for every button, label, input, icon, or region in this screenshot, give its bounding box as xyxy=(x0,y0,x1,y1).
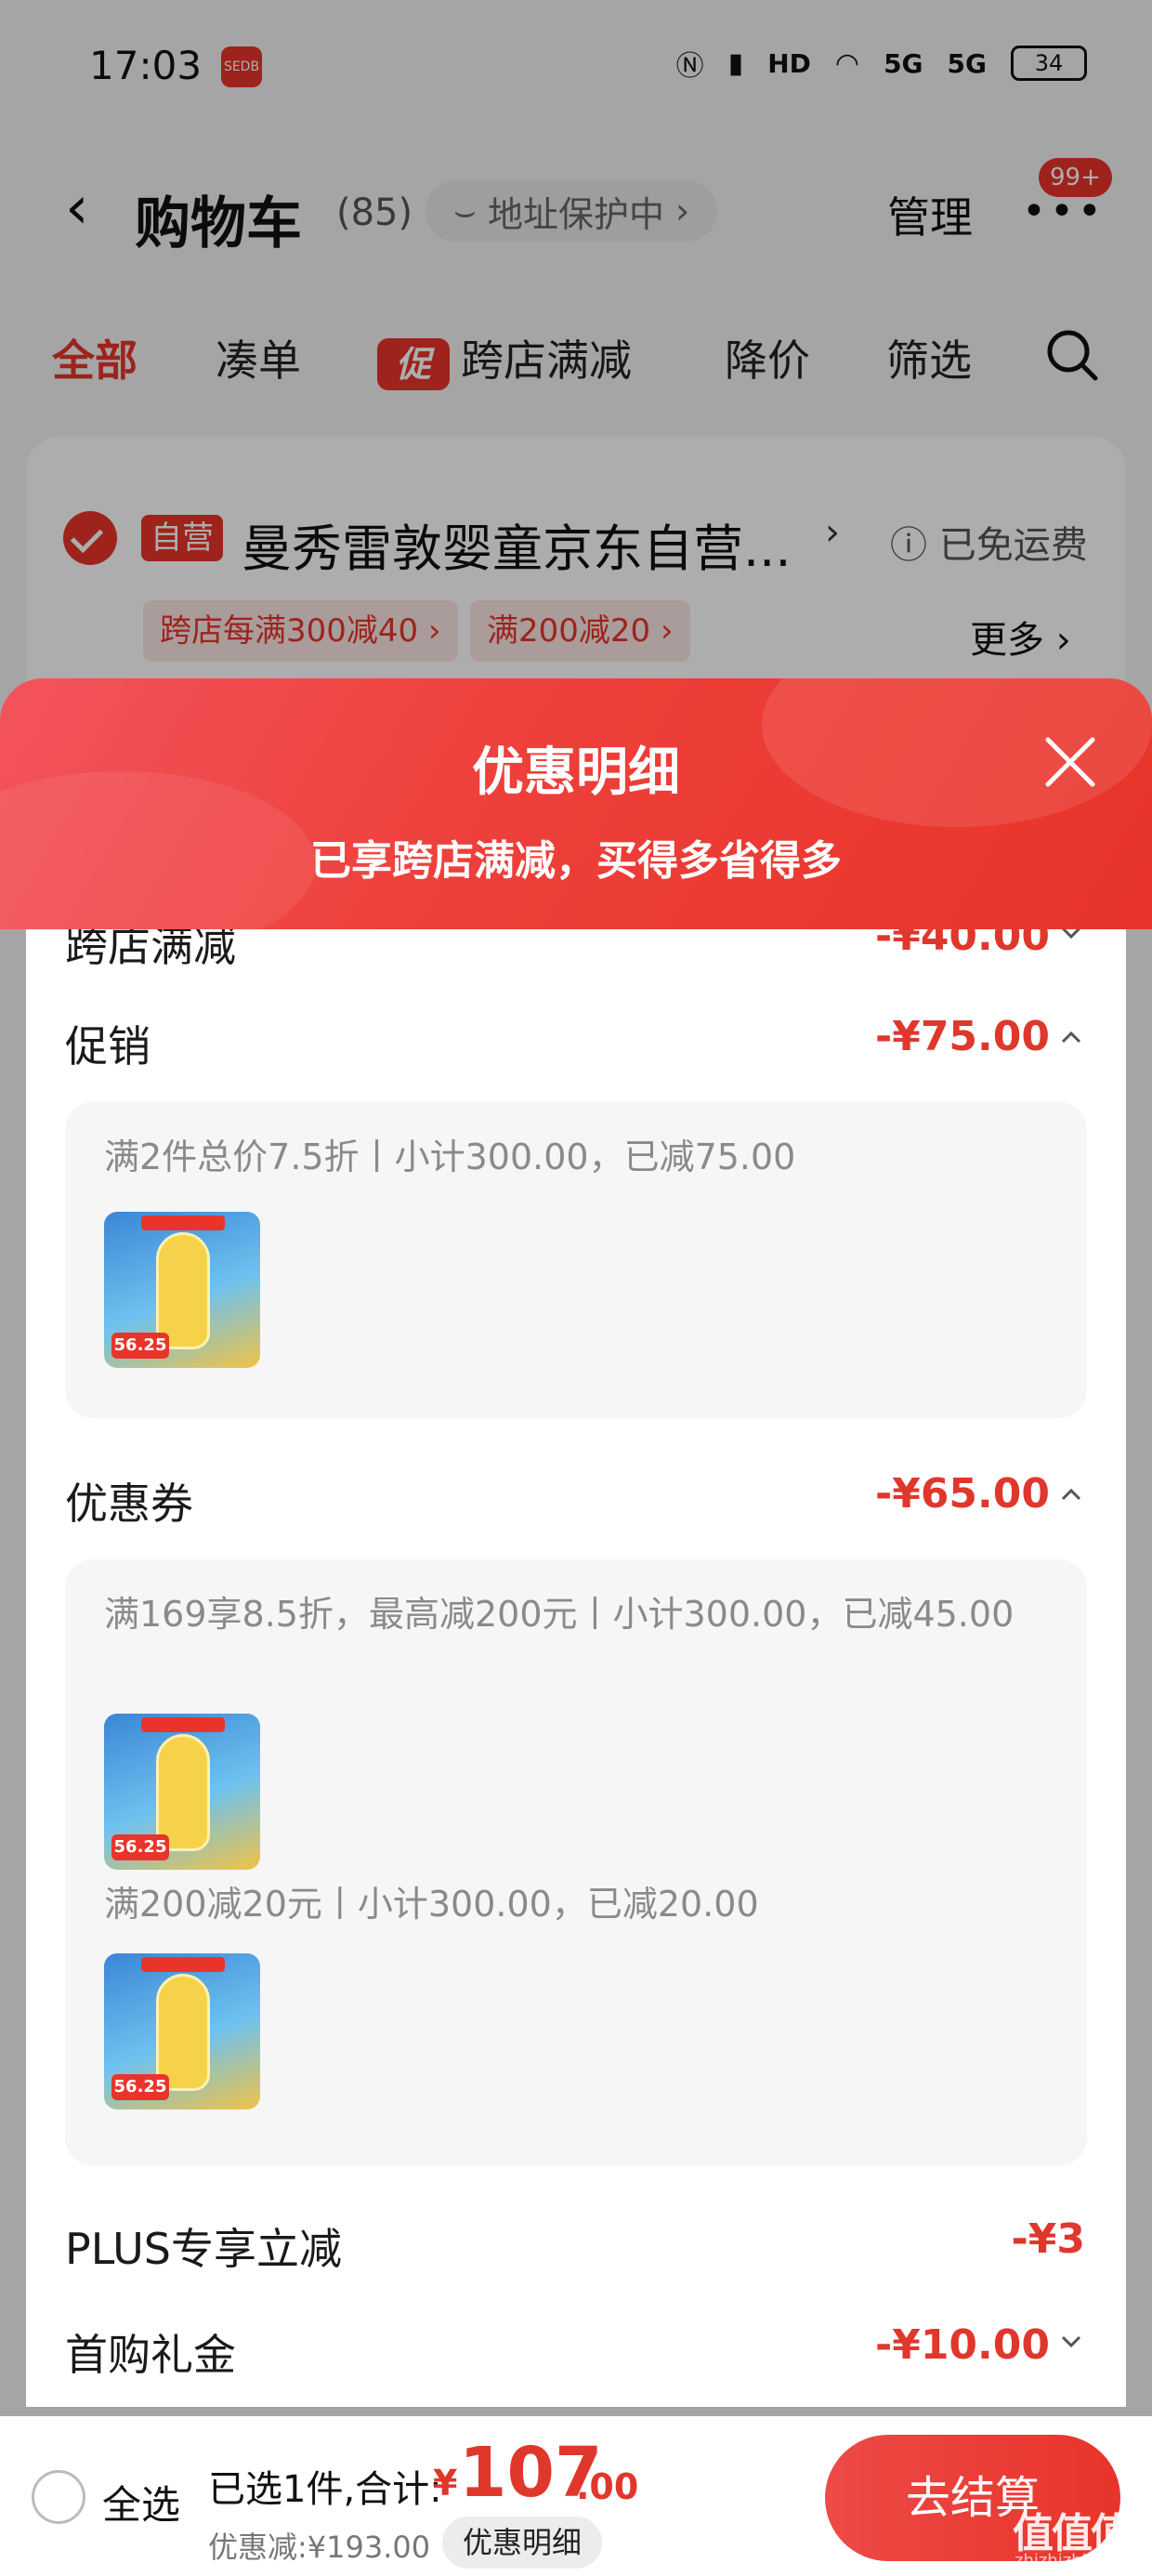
chevron-up-icon xyxy=(1059,1483,1083,1507)
coupon-detail-text-1: 满169享8.5折，最高减200元丨小计300.00，已减45.00 xyxy=(104,1594,1015,1635)
discount-summary: 优惠减:¥193.00 xyxy=(208,2530,431,2565)
row-plus: PLUS专享立减 -¥3 xyxy=(26,2206,1126,2280)
row-promo-label: 促销 xyxy=(65,1021,151,1071)
watermark-sub: zhizhizhi.com xyxy=(1015,2551,1128,2570)
thumb-banner xyxy=(141,1717,225,1732)
total-currency: ¥ xyxy=(433,2463,458,2504)
thumb-banner xyxy=(141,1216,225,1230)
row-plus-label: PLUS专享立减 xyxy=(65,2224,342,2274)
total-amount-decimal: .00 xyxy=(576,2466,639,2507)
checkout-bar: 全选 已选1件,合计: ¥ 107 .00 优惠减:¥193.00 优惠明细 去… xyxy=(0,2416,1152,2576)
chevron-down-icon xyxy=(1059,2329,1083,2353)
chevron-down-icon xyxy=(1059,929,1083,944)
select-all-label[interactable]: 全选 xyxy=(102,2474,180,2530)
thumb-price: 56.25 xyxy=(111,2074,169,2100)
row-cross-store-label: 跨店满减 xyxy=(65,929,236,971)
row-first-gift[interactable]: 首购礼金 -¥10.00 xyxy=(26,2312,1126,2386)
thumb-banner xyxy=(141,1957,225,1972)
sheet-body: 跨店满减 -¥40.00 促销 -¥75.00 满2件总价7.5折丨小计300.… xyxy=(26,929,1126,2407)
promo-detail-box: 满2件总价7.5折丨小计300.00，已减75.00 56.25 xyxy=(65,1102,1087,1418)
row-plus-amount: -¥3 xyxy=(1011,2215,1086,2263)
row-cross-store-amount: -¥40.00 xyxy=(874,929,1050,960)
row-promo[interactable]: 促销 -¥75.00 xyxy=(26,1004,1126,1078)
close-icon[interactable] xyxy=(1041,732,1100,792)
select-all-checkbox[interactable] xyxy=(32,2470,85,2524)
discount-detail-button[interactable]: 优惠明细 xyxy=(442,2517,603,2569)
sheet-title: 优惠明细 xyxy=(472,743,680,803)
thumb-price: 56.25 xyxy=(111,1834,169,1860)
product-thumbnail[interactable]: 56.25 xyxy=(104,1212,260,1368)
row-cross-store[interactable]: 跨店满减 -¥40.00 xyxy=(26,929,1126,978)
sheet-header: 优惠明细 已享跨店满减，买得多省得多 xyxy=(0,678,1152,929)
row-promo-amount: -¥75.00 xyxy=(874,1013,1050,1060)
selected-summary: 已选1件,合计: xyxy=(208,2468,442,2511)
thumb-price: 56.25 xyxy=(111,1333,169,1359)
discount-detail-sheet: 优惠明细 已享跨店满减，买得多省得多 跨店满减 -¥40.00 促销 -¥75.… xyxy=(0,678,1152,2576)
product-thumbnail[interactable]: 56.25 xyxy=(104,1714,260,1870)
promo-detail-text: 满2件总价7.5折丨小计300.00，已减75.00 xyxy=(104,1137,796,1177)
sheet-subtitle: 已享跨店满减，买得多省得多 xyxy=(310,837,842,885)
chevron-up-icon xyxy=(1059,1026,1083,1050)
row-first-gift-amount: -¥10.00 xyxy=(874,2321,1050,2369)
product-thumbnail[interactable]: 56.25 xyxy=(104,1953,260,2109)
coupon-detail-text-2: 满200减20元丨小计300.00，已减20.00 xyxy=(104,1884,759,1925)
row-coupon-label: 优惠券 xyxy=(65,1479,193,1529)
row-coupon-amount: -¥65.00 xyxy=(874,1470,1050,1518)
coupon-detail-box: 满169享8.5折，最高减200元丨小计300.00，已减45.00 56.25… xyxy=(65,1559,1087,2165)
row-first-gift-label: 首购礼金 xyxy=(65,2330,236,2380)
row-coupon[interactable]: 优惠券 -¥65.00 xyxy=(26,1461,1126,1535)
